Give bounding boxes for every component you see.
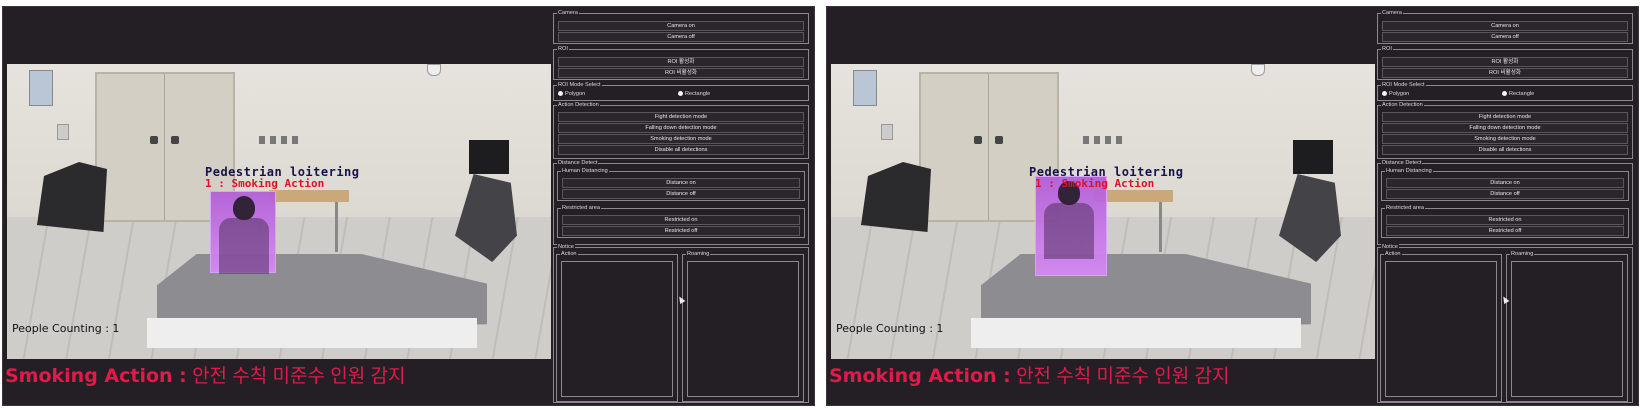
falling-mode-button[interactable]: Falling down detection mode: [1382, 123, 1628, 133]
video-poster-small: [881, 124, 893, 140]
video-switches: [1083, 136, 1127, 144]
rectangle-radio[interactable]: Rectangle: [1502, 91, 1534, 97]
roi-group: ROI ROI 활성화 ROI 비활성화: [1377, 46, 1633, 80]
video-poster: [853, 70, 877, 106]
control-panel: Camera Camera on Camera off ROI ROI 활성화 …: [1377, 9, 1637, 405]
camera-group: Camera Camera on Camera off: [553, 10, 809, 44]
roi-deactivate-button[interactable]: ROI 비활성화: [558, 68, 804, 78]
disable-detections-button[interactable]: Disable all detections: [558, 145, 804, 155]
roi-deactivate-button[interactable]: ROI 비활성화: [1382, 68, 1628, 78]
restricted-on-button[interactable]: Restricted on: [562, 215, 800, 225]
action-label: 1 : Smoking Action: [1035, 177, 1155, 190]
restricted-area-group: Restricted area Restricted on Restricted…: [1381, 205, 1629, 238]
roi-mode-group: ROI Mode Select Polygon Rectangle: [1377, 82, 1633, 101]
restricted-area-group: Restricted area Restricted on Restricted…: [557, 205, 805, 238]
roi-group: ROI ROI 활성화 ROI 비활성화: [553, 46, 809, 80]
action-detection-group: Action Detection Fight detection mode Fa…: [553, 102, 809, 159]
alert-banner: Smoking Action : 안전 수칙 미준수 인원 감지: [827, 362, 1375, 394]
restricted-off-button[interactable]: Restricted off: [1386, 226, 1624, 236]
smoking-mode-button[interactable]: Smoking detection mode: [1382, 134, 1628, 144]
alert-message: 안전 수칙 미준수 인원 감지: [192, 366, 406, 387]
video-switches: [259, 136, 303, 144]
notice-action-box: Action: [556, 251, 678, 402]
camera-video-feed: Pedestrian loitering 1 : Smoking Action …: [7, 64, 551, 359]
roi-mode-group: ROI Mode Select Polygon Rectangle: [553, 82, 809, 101]
roi-activate-button[interactable]: ROI 활성화: [558, 57, 804, 67]
distance-off-button[interactable]: Distance off: [1386, 189, 1624, 199]
fight-mode-button[interactable]: Fight detection mode: [558, 112, 804, 122]
video-desk: [269, 190, 349, 202]
disable-detections-button[interactable]: Disable all detections: [1382, 145, 1628, 155]
detected-person-box: [1035, 176, 1107, 276]
notice-roaming-box: Roaming: [682, 251, 804, 402]
video-monitor: [469, 140, 509, 174]
app-window-left: Pedestrian loitering 1 : Smoking Action …: [2, 6, 815, 406]
human-distancing-group: Human Distancing Distance on Distance of…: [557, 168, 805, 201]
distance-off-button[interactable]: Distance off: [562, 189, 800, 199]
restricted-off-button[interactable]: Restricted off: [562, 226, 800, 236]
video-lamp: [427, 64, 441, 76]
video-lamp: [1251, 64, 1265, 76]
camera-video-feed: Pedestrian loitering 1 : Smoking Action …: [831, 64, 1375, 359]
distance-on-button[interactable]: Distance on: [562, 178, 800, 188]
alert-message: 안전 수칙 미준수 인원 감지: [1016, 366, 1230, 387]
people-counting: People Counting : 1: [12, 322, 120, 335]
polygon-radio[interactable]: Polygon: [1382, 91, 1409, 97]
video-poster: [29, 70, 53, 106]
distance-detect-group: Distance Detect Human Distancing Distanc…: [553, 160, 809, 245]
notice-action-box: Action: [1380, 251, 1502, 402]
detected-person-box: [210, 191, 276, 274]
restricted-on-button[interactable]: Restricted on: [1386, 215, 1624, 225]
distance-detect-group: Distance Detect Human Distancing Distanc…: [1377, 160, 1633, 245]
people-counting: People Counting : 1: [836, 322, 944, 335]
notice-group: Notice Action Roaming: [553, 244, 809, 403]
camera-off-button[interactable]: Camera off: [1382, 32, 1628, 42]
rectangle-radio[interactable]: Rectangle: [678, 91, 710, 97]
notice-group: Notice Action Roaming: [1377, 244, 1633, 403]
camera-on-button[interactable]: Camera on: [558, 21, 804, 31]
video-poster-small: [57, 124, 69, 140]
alert-banner: Smoking Action : 안전 수칙 미준수 인원 감지: [3, 362, 551, 394]
roi-activate-button[interactable]: ROI 활성화: [1382, 57, 1628, 67]
camera-off-button[interactable]: Camera off: [558, 32, 804, 42]
action-label: 1 : Smoking Action: [205, 177, 325, 190]
distance-on-button[interactable]: Distance on: [1386, 178, 1624, 188]
falling-mode-button[interactable]: Falling down detection mode: [558, 123, 804, 133]
polygon-radio[interactable]: Polygon: [558, 91, 585, 97]
notice-roaming-box: Roaming: [1506, 251, 1628, 402]
action-detection-group: Action Detection Fight detection mode Fa…: [1377, 102, 1633, 159]
human-distancing-group: Human Distancing Distance on Distance of…: [1381, 168, 1629, 201]
video-monitor: [1293, 140, 1333, 174]
camera-on-button[interactable]: Camera on: [1382, 21, 1628, 31]
camera-group: Camera Camera on Camera off: [1377, 10, 1633, 44]
control-panel: Camera Camera on Camera off ROI ROI 활성화 …: [553, 9, 813, 405]
fight-mode-button[interactable]: Fight detection mode: [1382, 112, 1628, 122]
app-window-right: Pedestrian loitering 1 : Smoking Action …: [826, 6, 1639, 406]
alert-key: Smoking Action :: [829, 365, 1011, 387]
alert-key: Smoking Action :: [5, 365, 187, 387]
smoking-mode-button[interactable]: Smoking detection mode: [558, 134, 804, 144]
